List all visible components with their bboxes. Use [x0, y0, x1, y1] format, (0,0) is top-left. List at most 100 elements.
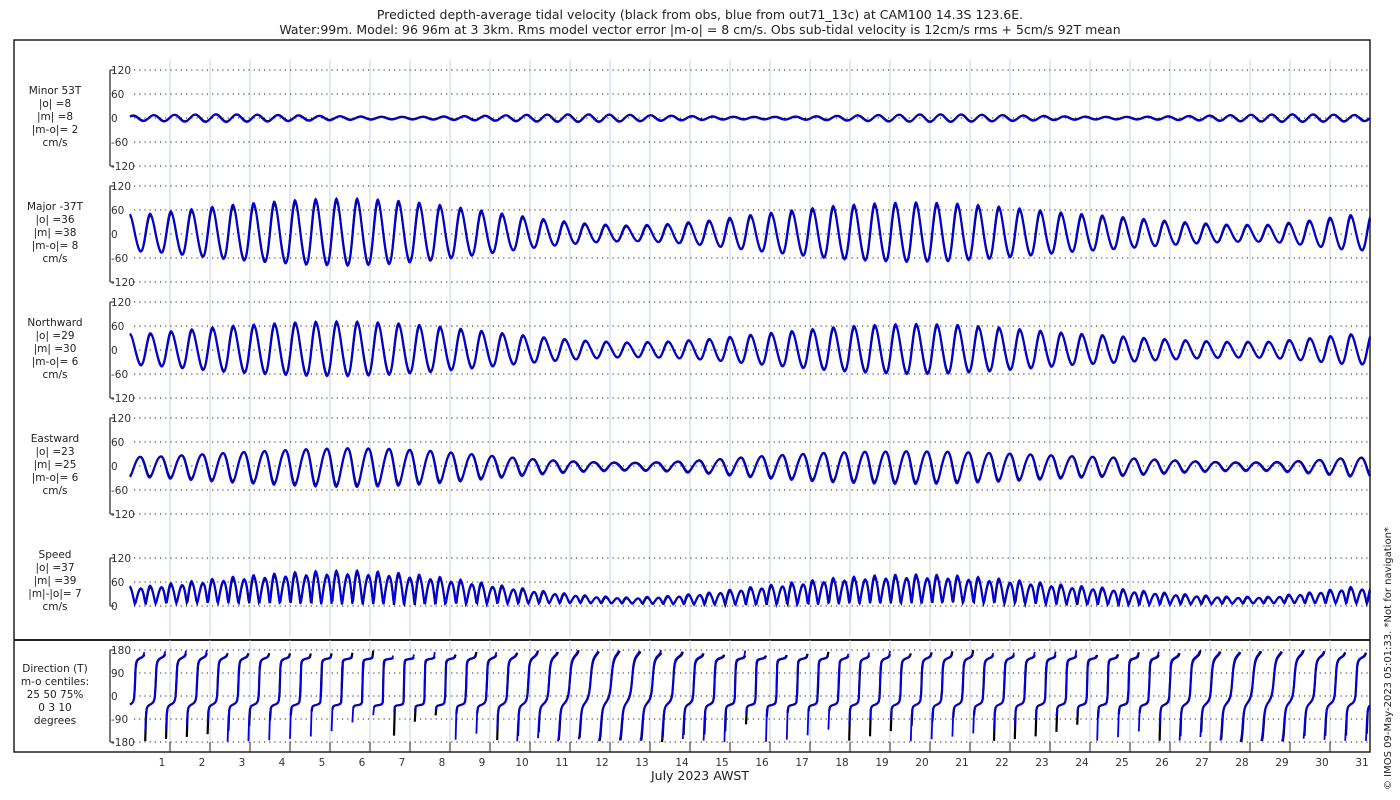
- direction-model-line: [516, 651, 539, 742]
- direction-model-line: [247, 654, 270, 742]
- y-tick-label: -60: [111, 253, 128, 265]
- direction-model-line: [226, 654, 249, 742]
- direction-model-line: [702, 654, 725, 741]
- direction-model-line: [309, 655, 332, 737]
- panel-label-north: Northward |o| =29 |m| =30 |m-o|= 6 cm/s: [0, 317, 110, 382]
- y-tick-label: -120: [111, 509, 135, 521]
- direction-model-line: [1137, 651, 1160, 732]
- panel-label-line: |m| =39: [33, 575, 77, 587]
- panel-label-line: |m| =8: [36, 111, 74, 123]
- panel-label-line: Speed: [38, 549, 72, 561]
- panel-label-line: |o| =29: [35, 330, 75, 342]
- panel-label-line: Major -37T: [26, 201, 84, 213]
- north-model-line: [129, 319, 1371, 378]
- east-obs-line: [129, 447, 1371, 487]
- y-tick-label: -180: [111, 737, 135, 749]
- panel-label-line: 25 50 75%: [26, 689, 84, 701]
- direction-model-line: [1302, 651, 1325, 739]
- y-tick-label: 120: [111, 413, 131, 425]
- panel-label-line: cm/s: [42, 485, 68, 497]
- panel-label-east: Eastward |o| =23 |m| =25 |m-o|= 6 cm/s: [0, 433, 110, 498]
- direction-model-line: [889, 654, 911, 718]
- panel-label-minor: Minor 53T |o| =8 |m| =8 |m-o|= 2 cm/s: [0, 85, 110, 150]
- east-model-line: [129, 447, 1371, 489]
- y-tick-label: 0: [111, 461, 118, 473]
- y-tick-label: -60: [111, 485, 128, 497]
- panel-label-major: Major -37T |o| =36 |m| =38 |m-o|= 8 cm/s: [0, 201, 110, 266]
- x-axis-label: July 2023 AWST: [650, 768, 750, 783]
- y-tick-label: -120: [111, 161, 135, 173]
- direction-model-line: [185, 650, 208, 726]
- direction-model-line: [289, 655, 311, 739]
- direction-model-line: [454, 654, 477, 740]
- direction-model-line: [848, 652, 871, 725]
- direction-model-line: [537, 651, 558, 739]
- panel-label-direction: Direction (T) m-o centiles: 25 50 75% 0 3 1…: [0, 663, 110, 728]
- panel-label-line: |m| =38: [33, 227, 77, 239]
- direction-model-line: [1055, 650, 1078, 717]
- panel-label-line: |m| =25: [33, 459, 77, 471]
- direction-model-line: [372, 655, 395, 716]
- panel-label-line: 0 3 10: [38, 702, 72, 714]
- y-tick-label: 120: [111, 297, 131, 309]
- y-tick-label: 120: [111, 65, 131, 77]
- y-tick-label: 0: [111, 113, 118, 125]
- panel-label-line: Eastward: [30, 433, 80, 445]
- panel-label-line: |m-o|= 8: [31, 240, 79, 252]
- panel-label-line: cm/s: [42, 369, 68, 381]
- y-tick-label: 60: [111, 577, 124, 589]
- direction-model-line: [827, 653, 850, 730]
- direction-model-line: [393, 654, 415, 712]
- tidal-velocity-chart: 1 2 3 4 5 6 7 8 9 10 11 12 13 14 15 16 17 18 19 20 21 22 23 24 2…: [13, 39, 1372, 769]
- y-tick-label: 60: [111, 437, 124, 449]
- direction-model-line: [930, 653, 953, 740]
- direction-model-line: [806, 654, 829, 736]
- direction-model-line: [330, 655, 353, 732]
- y-tick-label: 0: [111, 601, 118, 613]
- direction-model-line: [869, 650, 891, 721]
- panel-label-line: |m-o|= 2: [31, 124, 79, 136]
- panel-label-line: Northward: [27, 317, 83, 329]
- panel-label-line: |m| =30: [33, 343, 77, 355]
- speed-obs-line: [129, 570, 1372, 609]
- panel-label-line: |m-o|= 6: [31, 356, 79, 368]
- direction-model-line: [745, 655, 766, 713]
- direction-model-line: [144, 651, 167, 732]
- panel-label-line: |o| =8: [38, 98, 72, 110]
- y-tick-label: -120: [111, 277, 135, 289]
- direction-model-line: [1096, 654, 1119, 741]
- y-tick-label: 0: [111, 345, 118, 357]
- direction-model-line: [1344, 653, 1367, 741]
- panel-label-line: Minor 53T: [28, 85, 82, 97]
- y-tick-label: -120: [111, 393, 135, 405]
- panel-label-line: m-o centiles:: [20, 676, 90, 688]
- direction-model-line: [351, 655, 374, 723]
- direction-model-line: [993, 652, 1015, 730]
- panel-label-line: |m|-|o|= 7: [28, 588, 82, 600]
- panel-label-line: |m-o|= 6: [31, 472, 79, 484]
- y-tick-label: 0: [111, 691, 118, 703]
- direction-model-line: [165, 650, 187, 729]
- y-tick-label: 90: [111, 668, 124, 680]
- y-tick-label: 0: [111, 229, 118, 241]
- panel-label-line: |o| =23: [35, 446, 75, 458]
- panel-label-line: |o| =36: [35, 214, 75, 226]
- direction-model-line: [1034, 651, 1057, 720]
- panel-label-speed: Speed |o| =37 |m| =39 |m|-|o|= 7 cm/s: [0, 549, 110, 614]
- direction-model-line: [268, 654, 290, 741]
- direction-model-line: [1178, 650, 1201, 741]
- panel-label-line: degrees: [33, 715, 77, 727]
- north-obs-line: [129, 321, 1372, 377]
- y-tick-label: 60: [111, 321, 124, 333]
- speed-model-line: [129, 568, 1371, 609]
- panel-label-line: cm/s: [42, 137, 68, 149]
- panel-label-line: Direction (T): [22, 663, 88, 675]
- direction-model-line: [475, 651, 498, 734]
- y-tick-label: 60: [111, 89, 124, 101]
- panel-label-line: cm/s: [42, 601, 68, 613]
- direction-model-line: [577, 650, 599, 740]
- major-model-line: [129, 196, 1371, 268]
- direction-model-line: [972, 652, 995, 734]
- direction-model-line: [129, 651, 146, 706]
- y-tick-label: 60: [111, 205, 124, 217]
